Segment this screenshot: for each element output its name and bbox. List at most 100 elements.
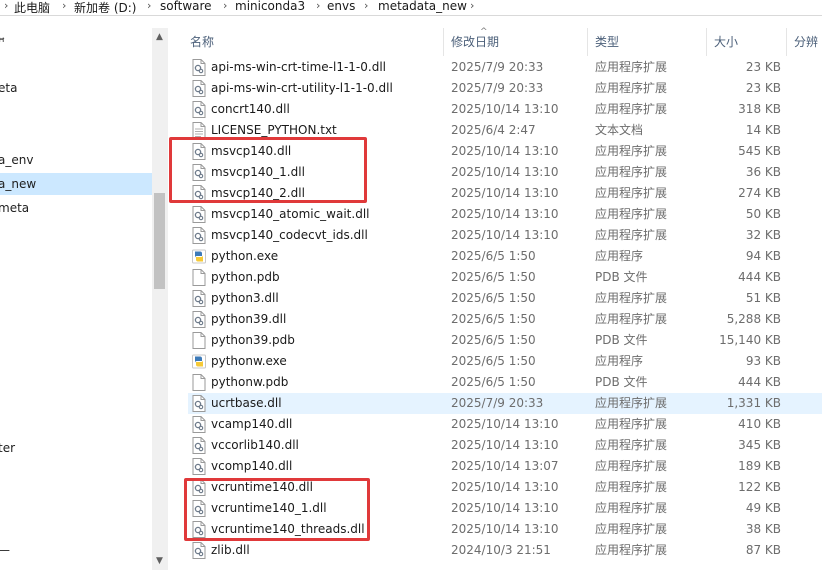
- file-modified-date: 2025/10/14 13:10: [451, 417, 559, 431]
- chevron-right-icon[interactable]: ›: [364, 0, 368, 12]
- file-size: 23 KB: [745, 81, 781, 95]
- file-name: api-ms-win-crt-utility-l1-1-0.dll: [211, 81, 393, 95]
- breadcrumb-item-miniconda3[interactable]: miniconda3: [235, 0, 305, 13]
- column-header-row: ^ 名称 修改日期 类型 大小 分辨: [170, 27, 822, 56]
- file-size: 50 KB: [745, 207, 781, 221]
- file-type: 应用程序扩展: [595, 459, 668, 473]
- scroll-down-arrow-icon[interactable]: ▼: [156, 556, 163, 566]
- nav-item[interactable]: ꟸ: [0, 31, 152, 53]
- file-row[interactable]: concrt140.dll 2025/10/14 13:10 应用程序扩展 318 K…: [188, 99, 822, 120]
- file-row[interactable]: vcamp140.dll 2025/10/14 13:10 应用程序扩展 410 KB: [188, 414, 822, 435]
- file-row[interactable]: vcomp140.dll 2025/10/14 13:07 应用程序扩展 189 KB: [188, 456, 822, 477]
- file-modified-date: 2025/10/14 13:10: [451, 102, 559, 116]
- file-modified-date: 2025/10/14 13:07: [451, 459, 559, 473]
- file-type: 应用程序扩展: [595, 396, 668, 410]
- file-row[interactable]: python.pdb 2025/6/5 1:50 PDB 文件 444 KB: [188, 267, 822, 288]
- column-header-compressed[interactable]: 分辨: [794, 28, 818, 56]
- file-row[interactable]: python.exe 2025/6/5 1:50 应用程序 94 KB: [188, 246, 822, 267]
- file-row[interactable]: python3.dll 2025/6/5 1:50 应用程序扩展 51 KB: [188, 288, 822, 309]
- file-size: 38 KB: [745, 522, 781, 536]
- file-type: 文本文档: [595, 123, 644, 137]
- file-name: msvcp140_codecvt_ids.dll: [211, 228, 368, 242]
- file-type: 应用程序扩展: [595, 81, 668, 95]
- dll-file-icon: [192, 311, 206, 328]
- column-header-name[interactable]: 名称: [190, 28, 214, 56]
- file-type: PDB 文件: [595, 333, 648, 347]
- file-name: vcamp140.dll: [211, 417, 293, 431]
- dll-file-icon: [192, 416, 206, 433]
- file-name: ucrtbase.dll: [211, 396, 282, 410]
- nav-item-selected[interactable]: a_new: [0, 173, 152, 195]
- nav-scrollbar[interactable]: ▲ ▼: [152, 28, 168, 570]
- column-divider[interactable]: [786, 28, 787, 56]
- chevron-right-icon[interactable]: ›: [147, 0, 151, 12]
- file-name: python.exe: [211, 249, 279, 263]
- file-modified-date: 2025/7/9 20:33: [451, 396, 544, 410]
- breadcrumb: › 此电脑 › 新加卷 (D:) › software › miniconda3…: [0, 0, 822, 16]
- nav-item[interactable]: —: [0, 539, 152, 561]
- column-header-size[interactable]: 大小: [714, 28, 738, 56]
- nav-item[interactable]: ter: [0, 437, 152, 459]
- file-row[interactable]: python39.dll 2025/6/5 1:50 应用程序扩展 5,288 KB: [188, 309, 822, 330]
- file-modified-date: 2025/10/14 13:10: [451, 480, 559, 494]
- column-header-type[interactable]: 类型: [595, 28, 619, 56]
- highlight-box-vcruntime: [184, 478, 370, 541]
- breadcrumb-item-envs[interactable]: envs: [327, 0, 355, 13]
- highlight-box-msvcp: [169, 137, 367, 203]
- column-divider[interactable]: [587, 28, 588, 56]
- chevron-right-icon[interactable]: ›: [316, 0, 320, 12]
- nav-item[interactable]: eta: [0, 77, 152, 99]
- file-size: 318 KB: [738, 102, 781, 116]
- column-divider[interactable]: [443, 28, 444, 56]
- file-type: 应用程序扩展: [595, 228, 668, 242]
- column-divider[interactable]: [706, 28, 707, 56]
- file-row[interactable]: msvcp140_atomic_wait.dll 2025/10/14 13:10…: [188, 204, 822, 225]
- nav-item[interactable]: a_env: [0, 149, 152, 171]
- breadcrumb-item-metadata-new[interactable]: metadata_new: [378, 0, 467, 13]
- file-row[interactable]: ucrtbase.dll 2025/7/9 20:33 应用程序扩展 1,331 KB: [188, 393, 822, 414]
- chevron-right-icon[interactable]: ›: [470, 0, 474, 12]
- file-row[interactable]: api-ms-win-crt-time-l1-1-0.dll 2025/7/9 2…: [188, 57, 822, 78]
- dll-file-icon: [192, 59, 206, 76]
- dll-file-icon: [192, 80, 206, 97]
- file-modified-date: 2025/7/9 20:33: [451, 60, 544, 74]
- column-header-date[interactable]: 修改日期: [451, 28, 499, 56]
- file-row[interactable]: api-ms-win-crt-utility-l1-1-0.dll 2025/7/…: [188, 78, 822, 99]
- breadcrumb-item-drive[interactable]: 新加卷 (D:): [74, 0, 136, 16]
- file-modified-date: 2025/10/14 13:10: [451, 207, 559, 221]
- dll-file-icon: [192, 290, 206, 307]
- breadcrumb-item-software[interactable]: software: [160, 0, 212, 13]
- file-row[interactable]: msvcp140_codecvt_ids.dll 2025/10/14 13:10…: [188, 225, 822, 246]
- python-exe-icon: [192, 248, 206, 265]
- navigation-pane[interactable]: ꟸ eta a_env a_new meta ter —: [0, 28, 152, 570]
- file-modified-date: 2025/10/14 13:10: [451, 522, 559, 536]
- chevron-right-icon: ›: [4, 0, 9, 12]
- chevron-right-icon[interactable]: ›: [223, 0, 227, 12]
- file-size: 23 KB: [745, 60, 781, 74]
- file-type: PDB 文件: [595, 375, 648, 389]
- file-size: 5,288 KB: [726, 312, 781, 326]
- nav-item[interactable]: meta: [0, 197, 152, 219]
- file-type: 应用程序扩展: [595, 291, 668, 305]
- scroll-up-arrow-icon[interactable]: ▲: [156, 32, 163, 42]
- file-row[interactable]: python39.pdb 2025/6/5 1:50 PDB 文件 15,140 KB: [188, 330, 822, 351]
- file-row[interactable]: pythonw.exe 2025/6/5 1:50 应用程序 93 KB: [188, 351, 822, 372]
- file-size: 189 KB: [738, 459, 781, 473]
- file-size: 14 KB: [745, 123, 781, 137]
- file-row[interactable]: vccorlib140.dll 2025/10/14 13:10 应用程序扩展 345…: [188, 435, 822, 456]
- chevron-right-icon[interactable]: ›: [62, 0, 66, 12]
- breadcrumb-item-this-pc[interactable]: 此电脑: [14, 0, 50, 16]
- file-modified-date: 2025/7/9 20:33: [451, 81, 544, 95]
- file-size: 444 KB: [738, 270, 781, 284]
- dll-file-icon: [192, 101, 206, 118]
- file-modified-date: 2025/10/14 13:10: [451, 186, 559, 200]
- dll-file-icon: [192, 437, 206, 454]
- dll-file-icon: [192, 395, 206, 412]
- file-type: 应用程序扩展: [595, 312, 668, 326]
- file-type: 应用程序扩展: [595, 480, 668, 494]
- file-row[interactable]: zlib.dll 2024/10/3 21:51 应用程序扩展 87 KB: [188, 540, 822, 561]
- file-row[interactable]: pythonw.pdb 2025/6/5 1:50 PDB 文件 444 KB: [188, 372, 822, 393]
- file-size: 87 KB: [745, 543, 781, 557]
- dll-file-icon: [192, 206, 206, 223]
- scrollbar-thumb[interactable]: [154, 193, 165, 289]
